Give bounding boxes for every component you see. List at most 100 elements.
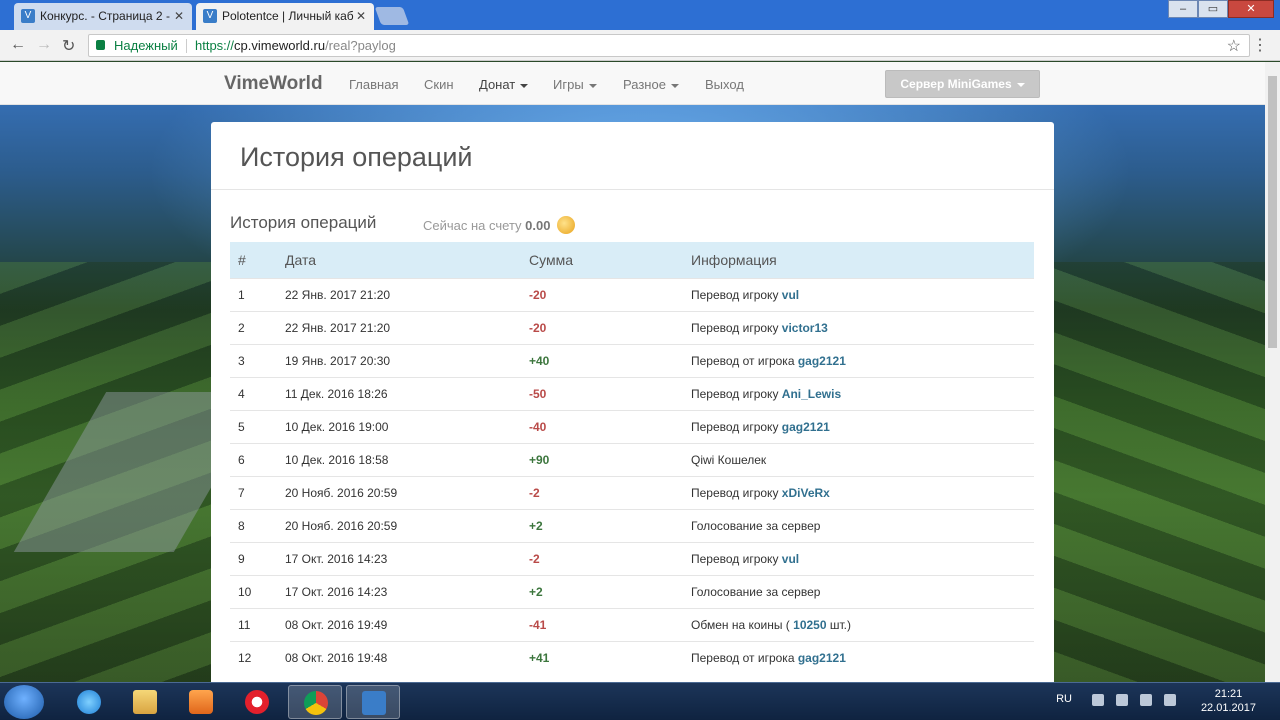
- tab-polotentce[interactable]: V Polotentce | Личный каб ✕: [196, 3, 374, 30]
- address-bar[interactable]: Надежный https://cp.vimeworld.ru/real?pa…: [88, 34, 1250, 57]
- row-info-text: Перевод игроку: [691, 485, 779, 500]
- row-info: Перевод от игрока gag2121: [683, 641, 1034, 674]
- table-row: 4 11 Дек. 2016 18:26 -50 Перевод игроку Ani…: [230, 377, 1034, 410]
- row-info: Перевод игроку victor13: [683, 311, 1034, 344]
- player-link[interactable]: Ani_Lewis: [782, 387, 841, 401]
- table-row: 12 08 Окт. 2016 19:48 +41 Перевод от игрока…: [230, 641, 1034, 674]
- table-row: 7 20 Нояб. 2016 20:59 -2 Перевод игроку xDi…: [230, 476, 1034, 509]
- row-date: 08 Окт. 2016 19:49: [285, 617, 388, 632]
- player-link[interactable]: gag2121: [798, 354, 846, 368]
- nav-item-logout[interactable]: Выход: [705, 77, 744, 92]
- window-close-icon[interactable]: ✕: [1228, 0, 1274, 18]
- content-panel: История операций История операций Сейчас…: [211, 122, 1054, 682]
- nav-item-label: Донат: [479, 77, 516, 92]
- nav-item-label: Разное: [623, 77, 666, 92]
- minimize-icon[interactable]: ‒: [1168, 0, 1198, 18]
- window-controls: ‒ ▭ ✕: [1168, 0, 1274, 20]
- site-navbar: VimeWorld Главная Скин Донат Игры Разное…: [0, 62, 1265, 105]
- tab-close-icon[interactable]: ✕: [174, 3, 184, 30]
- row-number: 7: [238, 485, 245, 500]
- windows-start-icon[interactable]: [4, 685, 44, 719]
- row-date: 22 Янв. 2017 21:20: [285, 287, 391, 302]
- url-path: /real?paylog: [325, 38, 396, 53]
- explorer-icon[interactable]: [118, 685, 172, 719]
- row-number: 5: [238, 419, 245, 434]
- ie-icon[interactable]: [62, 685, 116, 719]
- row-info-text: Перевод игроку: [691, 551, 779, 566]
- player-link[interactable]: vul: [782, 288, 799, 302]
- reload-icon[interactable]: ↻: [62, 36, 75, 56]
- row-info: Перевод игроку Ani_Lewis: [683, 377, 1034, 410]
- row-info-text: Перевод от игрока: [691, 650, 795, 665]
- row-info: Голосование за сервер: [683, 575, 1034, 608]
- column-header-info: Информация: [691, 251, 777, 268]
- network-icon[interactable]: [1140, 694, 1152, 706]
- row-number: 12: [238, 650, 252, 665]
- player-link[interactable]: gag2121: [798, 651, 846, 665]
- star-icon[interactable]: ☆: [1227, 36, 1241, 56]
- tab-konkurs[interactable]: V Конкурс. - Страница 2 - ✕: [14, 3, 192, 30]
- media-player-icon[interactable]: [174, 685, 228, 719]
- player-link[interactable]: vul: [782, 552, 799, 566]
- player-link[interactable]: 10250: [793, 618, 826, 632]
- new-tab-button[interactable]: [374, 7, 410, 25]
- balance-value: 0.00: [525, 218, 551, 233]
- language-indicator[interactable]: RU: [1056, 693, 1072, 705]
- server-select-button[interactable]: Сервер MiniGames: [885, 70, 1040, 98]
- row-amount: +90: [529, 452, 550, 467]
- clock-time: 21:21: [1214, 688, 1243, 700]
- nav-item-skin[interactable]: Скин: [424, 77, 454, 92]
- player-link[interactable]: gag2121: [782, 420, 830, 434]
- row-info: Голосование за сервер: [683, 509, 1034, 542]
- nav-item-donate[interactable]: Донат: [479, 77, 529, 92]
- row-info-text: Qiwi Кошелек: [691, 452, 767, 467]
- url-text[interactable]: https://cp.vimeworld.ru/real?paylog: [195, 38, 396, 53]
- page-viewport: VimeWorld Главная Скин Донат Игры Разное…: [0, 62, 1265, 682]
- forward-icon[interactable]: →: [36, 36, 52, 54]
- row-info: Перевод игроку gag2121: [683, 410, 1034, 443]
- coin-icon: [557, 216, 576, 234]
- table-header-row: # Дата Сумма Информация: [230, 242, 1034, 278]
- row-date: 11 Дек. 2016 18:26: [285, 386, 388, 401]
- server-button-label: Сервер MiniGames: [900, 77, 1012, 91]
- table-row: 8 20 Нояб. 2016 20:59 +2 Голосование за сер…: [230, 509, 1034, 542]
- operations-table: # Дата Сумма Информация 1 22 Янв. 2017 21…: [230, 242, 1034, 674]
- row-info: Перевод игроку vul: [683, 278, 1034, 311]
- back-icon[interactable]: ←: [10, 36, 26, 54]
- volume-icon[interactable]: [1164, 694, 1176, 706]
- clock[interactable]: 21:21 22.01.2017: [1201, 687, 1256, 715]
- windows-taskbar: RU 21:21 22.01.2017: [0, 682, 1280, 720]
- nav-item-games[interactable]: Игры: [553, 77, 597, 92]
- column-header-number: #: [238, 251, 246, 268]
- player-link[interactable]: victor13: [782, 321, 828, 335]
- caret-down-icon: [1016, 82, 1025, 87]
- chrome-icon[interactable]: [288, 685, 342, 719]
- row-amount: -20: [529, 287, 547, 302]
- row-amount: -41: [529, 617, 547, 632]
- opera-icon[interactable]: [230, 685, 284, 719]
- site-brand[interactable]: VimeWorld: [224, 73, 323, 95]
- security-icon[interactable]: [1116, 694, 1128, 706]
- menu-icon[interactable]: ⋮: [1252, 35, 1268, 55]
- tab-close-icon[interactable]: ✕: [356, 3, 366, 30]
- scrollbar-thumb[interactable]: [1268, 76, 1277, 348]
- row-date: 17 Окт. 2016 14:23: [285, 551, 388, 566]
- row-amount: -2: [529, 551, 540, 566]
- omnibox-divider: [186, 39, 187, 53]
- nav-item-misc[interactable]: Разное: [623, 77, 679, 92]
- page-title: История операций: [240, 142, 473, 172]
- nav-item-home[interactable]: Главная: [349, 77, 398, 92]
- row-info-suffix: шт.): [826, 617, 851, 632]
- clock-date: 22.01.2017: [1200, 702, 1256, 714]
- row-amount: -20: [529, 320, 547, 335]
- player-link[interactable]: xDiVeRx: [782, 486, 830, 500]
- row-number: 8: [238, 518, 245, 533]
- maximize-icon[interactable]: ▭: [1198, 0, 1228, 18]
- vimeworld-icon[interactable]: [346, 685, 400, 719]
- flag-icon[interactable]: [1092, 694, 1104, 706]
- column-header-amount: Сумма: [529, 251, 573, 268]
- table-row: 10 17 Окт. 2016 14:23 +2 Голосование за сер…: [230, 575, 1034, 608]
- table-row: 1 22 Янв. 2017 21:20 -20 Перевод игроку vul: [230, 278, 1034, 311]
- page-scrollbar[interactable]: [1265, 62, 1280, 682]
- vimeworld-tab-icon: V: [21, 9, 35, 23]
